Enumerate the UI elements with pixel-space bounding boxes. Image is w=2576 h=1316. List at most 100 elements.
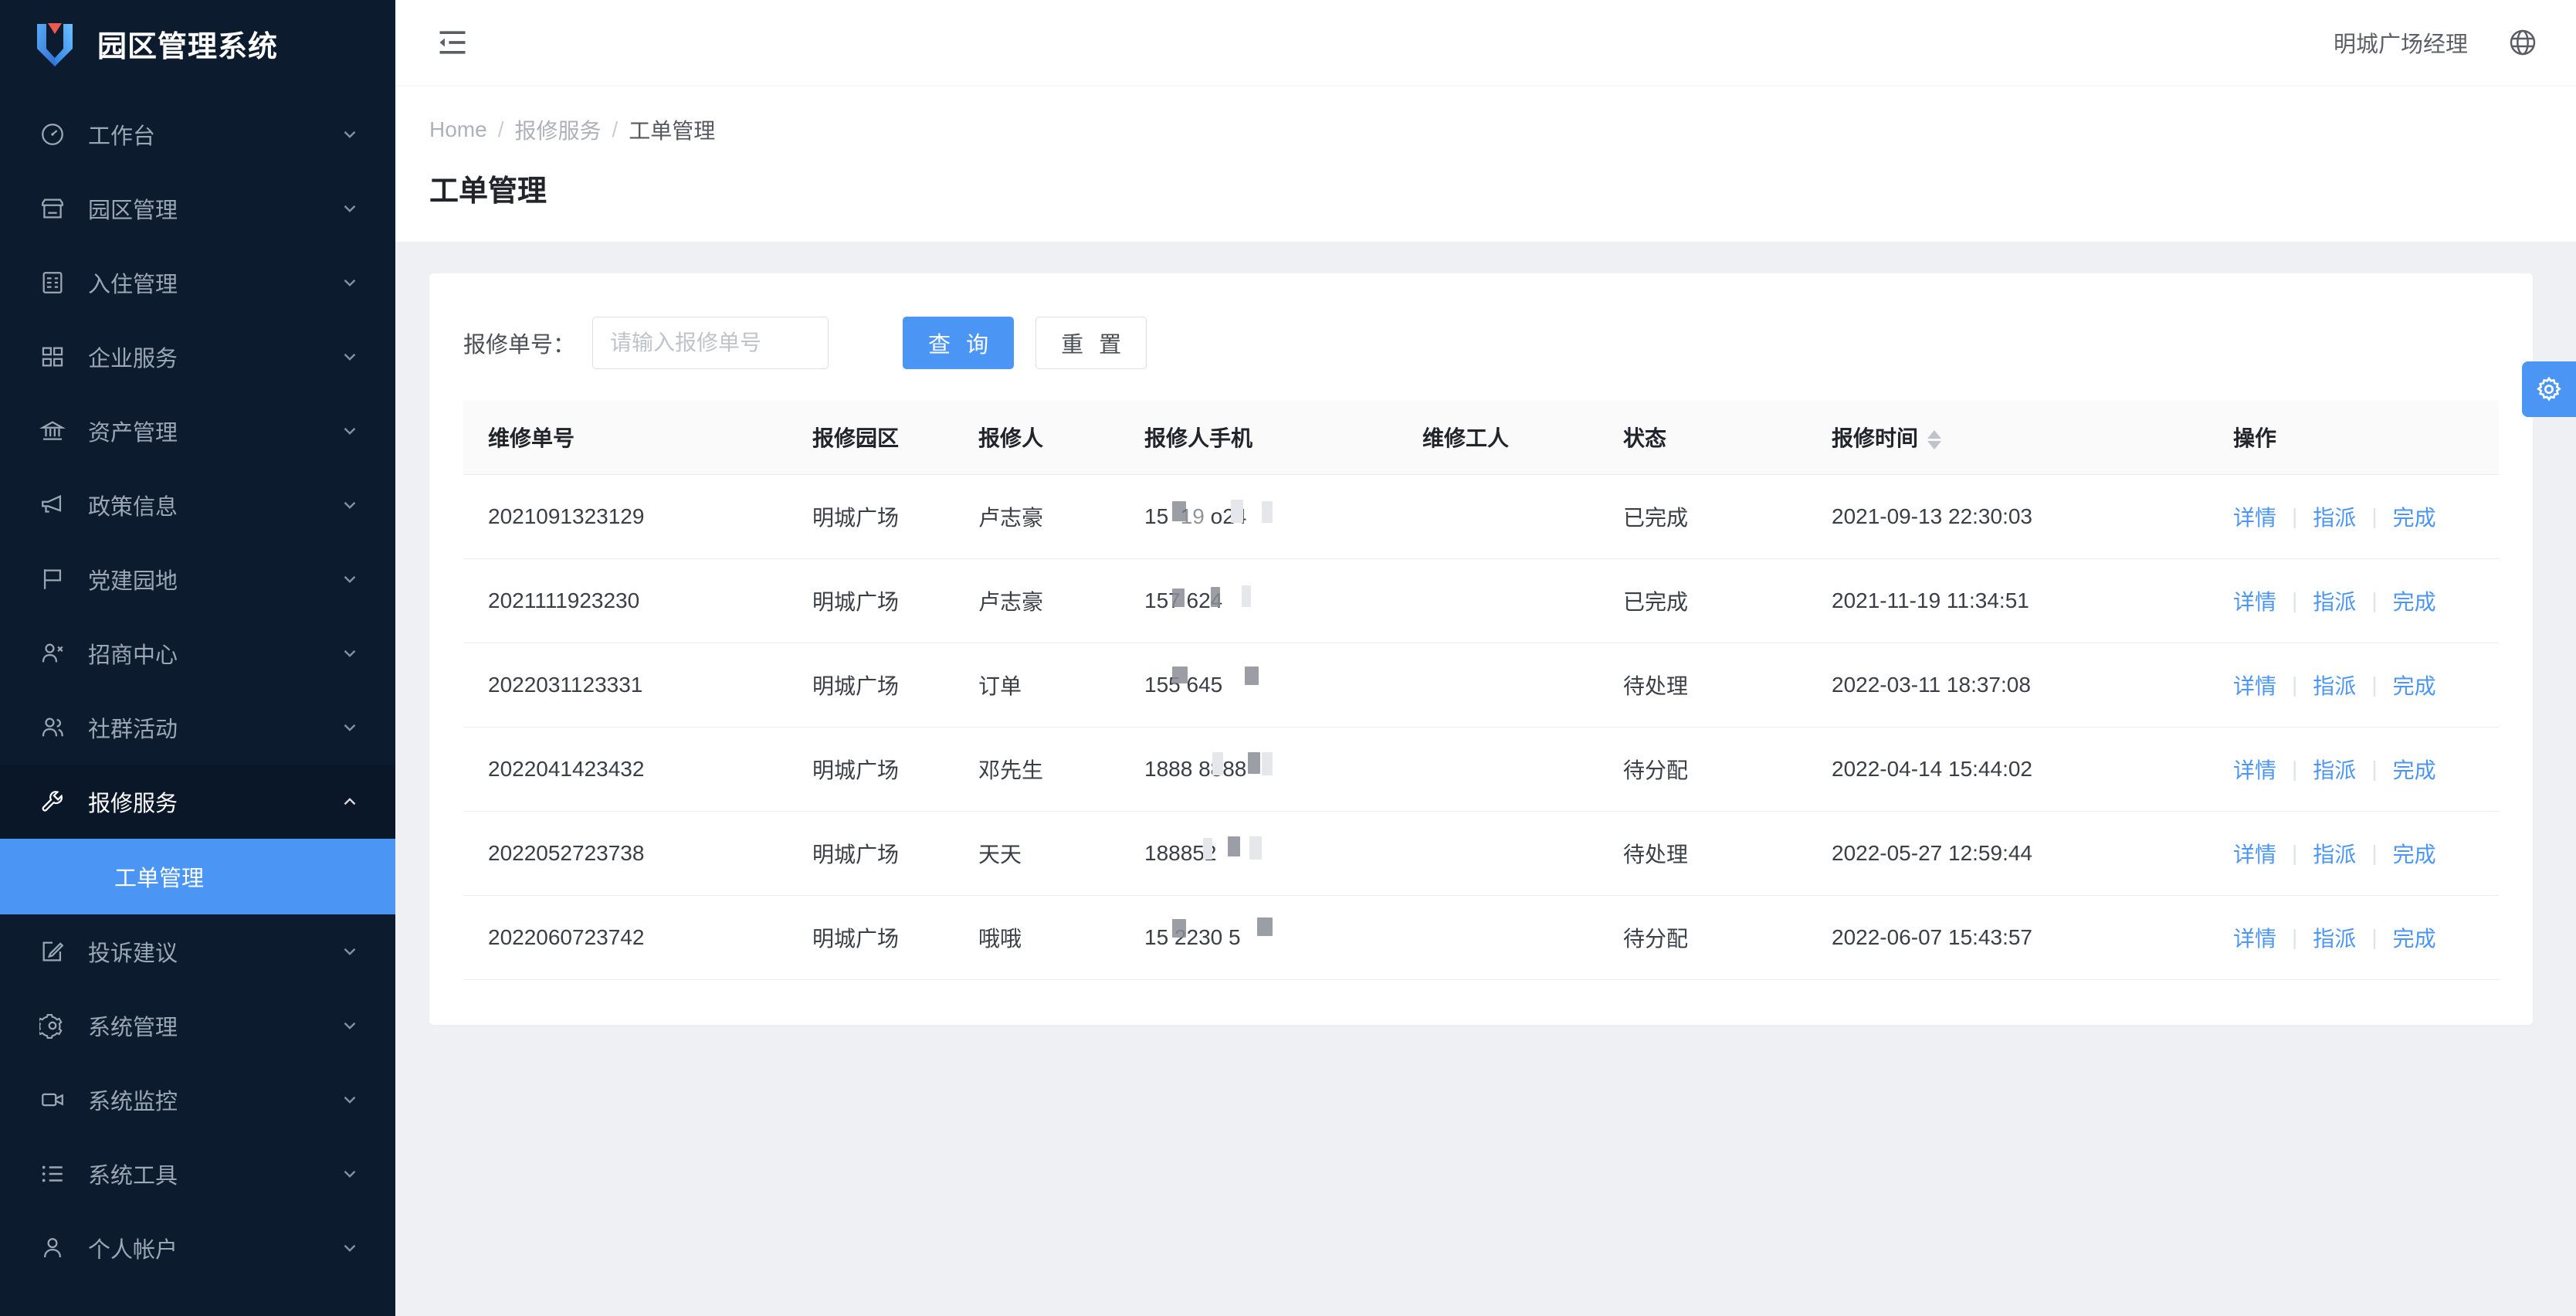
table-header-row: 维修单号 报修园区 报修人 报修人手机 维修工人 状态 报修时间 操作: [463, 400, 2499, 475]
cell-order-no: 2022060723742: [463, 895, 788, 980]
user-icon: [37, 1233, 68, 1263]
chevron-down-icon: [340, 421, 360, 441]
table-row[interactable]: 2021091323129 明城广场 卢志豪 15 19 o24 已完成 202…: [463, 474, 2499, 559]
assign-link[interactable]: 指派: [2313, 670, 2356, 700]
sidebar-item-tousu-jianyi[interactable]: 投诉建议: [0, 914, 395, 989]
cell-report-time: 2021-11-19 11:34:51: [1807, 558, 2208, 643]
database-icon: [37, 267, 68, 298]
cell-park: 明城广场: [788, 558, 954, 643]
assign-link[interactable]: 指派: [2313, 754, 2356, 785]
sort-updown-icon[interactable]: [1927, 430, 1942, 450]
detail-link[interactable]: 详情: [2233, 922, 2276, 953]
table-body: 2021091323129 明城广场 卢志豪 15 19 o24 已完成 202…: [463, 474, 2499, 980]
chevron-down-icon: [340, 347, 360, 367]
cell-reporter: 天天: [954, 811, 1120, 896]
main-area: 明城广场经理 Home / 报修服务 / 工单管理 工单管理 报修单号： 查 询: [395, 0, 2576, 1316]
bank-icon: [37, 415, 68, 446]
cell-phone-masked: 15 5 64 5: [1120, 643, 1398, 728]
sidebar-item-geren-zhanghu[interactable]: 个人帐户: [0, 1211, 395, 1285]
form-icon: [37, 936, 68, 967]
brand[interactable]: 园区管理系统: [0, 0, 395, 86]
sidebar-item-label: 政策信息: [88, 495, 178, 520]
appstore-icon: [37, 341, 68, 372]
breadcrumb-item-home[interactable]: Home: [429, 117, 487, 142]
chevron-down-icon: [340, 569, 360, 589]
detail-link[interactable]: 详情: [2233, 585, 2276, 616]
cell-report-time: 2022-05-27 12:59:44: [1807, 811, 2208, 896]
sidebar-item-shequn-huodong[interactable]: 社群活动: [0, 690, 395, 765]
sidebar-item-zhengce-xinxi[interactable]: 政策信息: [0, 468, 395, 542]
complete-link[interactable]: 完成: [2393, 585, 2436, 616]
menu-fold-icon[interactable]: [429, 19, 476, 66]
flag-icon: [37, 564, 68, 595]
assign-link[interactable]: 指派: [2313, 501, 2356, 532]
sidebar-item-zichan-guanli[interactable]: 资产管理: [0, 394, 395, 468]
table-row[interactable]: 2022060723742 明城广场 哦哦 15 2230 5 待分配 2022…: [463, 895, 2499, 980]
assign-link[interactable]: 指派: [2313, 838, 2356, 869]
table-row[interactable]: 2021111923230 明城广场 卢志豪 157 624 已完成 2021-…: [463, 558, 2499, 643]
cell-worker: [1398, 895, 1598, 980]
query-button[interactable]: 查 询: [903, 317, 1015, 369]
cell-status: 待处理: [1598, 643, 1807, 728]
complete-link[interactable]: 完成: [2393, 922, 2436, 953]
list-icon: [37, 1158, 68, 1189]
sidebar-item-gongdan-guanli[interactable]: 工单管理: [0, 839, 395, 914]
detail-link[interactable]: 详情: [2233, 838, 2276, 869]
sidebar-item-label: 报修服务: [88, 792, 178, 816]
video-camera-icon: [37, 1084, 68, 1115]
cell-reporter: 哦哦: [954, 895, 1120, 980]
sidebar-item-xitong-jiankong[interactable]: 系统监控: [0, 1063, 395, 1137]
sidebar-item-label: 招商中心: [88, 643, 178, 668]
workorder-card: 报修单号： 查 询 重 置 维修单号 报修园区 报修人: [429, 273, 2533, 1025]
sidebar: 园区管理系统 工作台 园区管理 入住管理 企业服务 资产管理 政策信息 党建园地…: [0, 0, 395, 1316]
column-header-ops: 操作: [2208, 400, 2499, 475]
sidebar-item-baoxiu-fuwu[interactable]: 报修服务: [0, 765, 395, 839]
table-row[interactable]: 2022031123331 明城广场 订单 15 5 64 5 待处理 2022-0…: [463, 643, 2499, 728]
cell-park: 明城广场: [788, 727, 954, 812]
cell-phone-masked: 1888 88 88: [1120, 727, 1398, 812]
assign-link[interactable]: 指派: [2313, 922, 2356, 953]
detail-link[interactable]: 详情: [2233, 754, 2276, 785]
complete-link[interactable]: 完成: [2393, 754, 2436, 785]
sidebar-item-label: 工作台: [88, 124, 156, 149]
cell-report-time: 2022-06-07 15:43:57: [1807, 895, 2208, 980]
assign-link[interactable]: 指派: [2313, 585, 2356, 616]
sidebar-item-xitong-gongju[interactable]: 系统工具: [0, 1137, 395, 1211]
cell-worker: [1398, 727, 1598, 812]
cell-reporter: 卢志豪: [954, 474, 1120, 559]
chevron-down-icon: [340, 717, 360, 738]
detail-link[interactable]: 详情: [2233, 501, 2276, 532]
notification-icon: [37, 490, 68, 521]
complete-link[interactable]: 完成: [2393, 670, 2436, 700]
detail-link[interactable]: 详情: [2233, 670, 2276, 700]
sidebar-item-zhaoshang-zhongxin[interactable]: 招商中心: [0, 616, 395, 690]
sidebar-item-yuanqu-guanli[interactable]: 园区管理: [0, 171, 395, 246]
sidebar-item-dangjian-yuandi[interactable]: 党建园地: [0, 542, 395, 616]
settings-drawer-handle[interactable]: [2522, 361, 2576, 417]
column-header-park: 报修园区: [788, 400, 954, 475]
breadcrumb-item-baoxiu-fuwu[interactable]: 报修服务: [514, 114, 601, 145]
column-header-status: 状态: [1598, 400, 1807, 475]
cell-park: 明城广场: [788, 811, 954, 896]
sidebar-item-xitong-guanli[interactable]: 系统管理: [0, 989, 395, 1063]
cell-ops: 详情 | 指派 | 完成: [2208, 474, 2499, 559]
sidebar-item-gongzuotai[interactable]: 工作台: [0, 97, 395, 171]
search-input[interactable]: [592, 317, 829, 369]
cell-status: 待处理: [1598, 811, 1807, 896]
table-row[interactable]: 2022041423432 明城广场 邓先生 1888 88 88 待分配 202…: [463, 727, 2499, 812]
complete-link[interactable]: 完成: [2393, 838, 2436, 869]
cell-park: 明城广场: [788, 895, 954, 980]
reset-button[interactable]: 重 置: [1035, 317, 1147, 369]
cell-worker: [1398, 558, 1598, 643]
sidebar-item-qiye-fuwu[interactable]: 企业服务: [0, 320, 395, 394]
cell-worker: [1398, 474, 1598, 559]
complete-link[interactable]: 完成: [2393, 501, 2436, 532]
cell-ops: 详情 | 指派 | 完成: [2208, 727, 2499, 812]
workorder-table: 维修单号 报修园区 报修人 报修人手机 维修工人 状态 报修时间 操作 2021…: [463, 400, 2499, 980]
sidebar-item-ruzhu-guanli[interactable]: 入住管理: [0, 246, 395, 320]
cell-park: 明城广场: [788, 643, 954, 728]
user-name[interactable]: 明城广场经理: [2334, 26, 2468, 59]
column-header-report-time[interactable]: 报修时间: [1807, 400, 2208, 475]
table-row[interactable]: 2022052723738 明城广场 天天 188852 待处理 2022-05…: [463, 811, 2499, 896]
globe-icon[interactable]: [2505, 25, 2540, 60]
